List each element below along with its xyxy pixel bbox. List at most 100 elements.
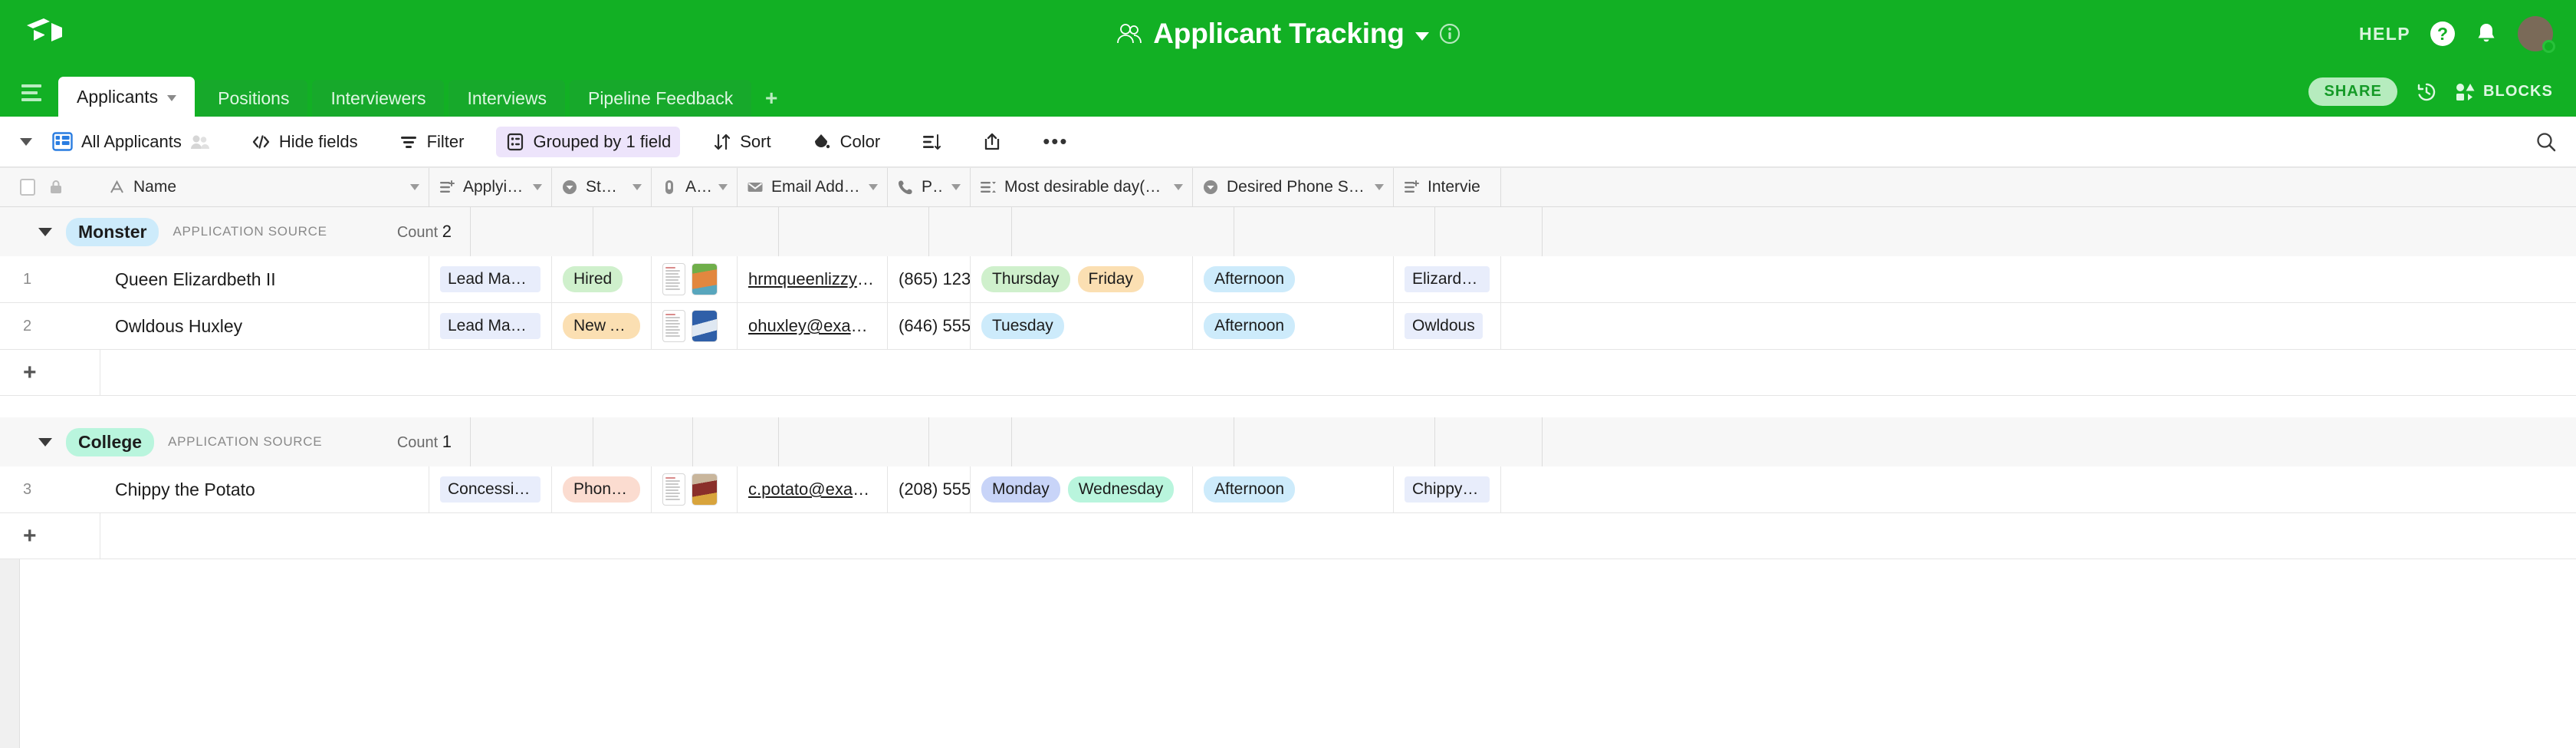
tab-applicants[interactable]: Applicants [58, 77, 196, 117]
select-all-checkbox[interactable] [20, 179, 35, 196]
day-pill[interactable]: Monday [981, 476, 1060, 503]
cell-applying-for[interactable]: Lead Mascot [429, 303, 552, 349]
row-height-button[interactable] [912, 128, 950, 156]
cell-stage[interactable]: Hired [552, 256, 652, 302]
stage-pill[interactable]: Hired [563, 266, 623, 292]
cell-timeframe[interactable]: Afternoon [1193, 466, 1394, 512]
email-link[interactable]: c.potato@example.com [748, 479, 876, 499]
help-label[interactable]: HELP [2359, 24, 2410, 44]
linked-record-chip[interactable]: Chippy on [1405, 476, 1490, 503]
group-header-main[interactable]: Monster APPLICATION SOURCE Count 2 [0, 207, 471, 256]
view-sidebar-toggle-icon[interactable] [20, 137, 32, 146]
cell-stage[interactable]: New Applicant… [552, 303, 652, 349]
cell-phone[interactable]: (208) 555-05… [888, 466, 971, 512]
add-record-row[interactable]: + [0, 350, 2576, 396]
timeframe-pill[interactable]: Afternoon [1204, 476, 1296, 503]
bell-icon[interactable] [2475, 21, 2498, 46]
group-button[interactable]: Grouped by 1 field [496, 126, 681, 157]
avatar[interactable] [2518, 16, 2555, 53]
document-thumbnail[interactable] [662, 310, 685, 342]
chevron-down-icon[interactable] [1174, 184, 1183, 190]
chevron-down-icon[interactable] [1375, 184, 1384, 190]
group-header[interactable]: Monster APPLICATION SOURCE Count 2 [0, 207, 2576, 256]
table-row[interactable]: 1 Queen Elizardbeth II Lead Mascot Hired… [0, 256, 2576, 303]
column-header-phone[interactable]: Phone [888, 168, 971, 206]
chevron-down-icon[interactable] [167, 95, 177, 101]
column-header-most-desirable-day-s-for-phone-screening[interactable]: Most desirable day(s) for phone screenin… [971, 168, 1193, 206]
cell-desirable-days[interactable]: Thursday Friday [971, 256, 1193, 302]
hide-fields-button[interactable]: Hide fields [242, 127, 367, 157]
day-pill[interactable]: Thursday [981, 266, 1070, 292]
column-header-stage[interactable]: Stage [552, 168, 652, 206]
cell-attachments[interactable] [652, 466, 738, 512]
cell-applying-for[interactable]: Lead Mascot [429, 256, 552, 302]
collapse-group-icon[interactable] [38, 227, 52, 236]
chevron-down-icon[interactable] [410, 184, 419, 190]
document-thumbnail[interactable] [662, 263, 685, 295]
cell-timeframe[interactable]: Afternoon [1193, 256, 1394, 302]
add-record-row[interactable]: + [0, 513, 2576, 559]
cell-applying-for[interactable]: Concessions Mascot [429, 466, 552, 512]
cell-stage[interactable]: Phone Intervie… [552, 466, 652, 512]
cell-interviews[interactable]: Owldous [1394, 303, 1501, 349]
chevron-down-icon[interactable] [718, 184, 728, 190]
color-button[interactable]: Color [803, 127, 890, 157]
email-link[interactable]: hrmqueenlizzy@example.com [748, 269, 876, 289]
history-clock-icon[interactable] [2416, 81, 2437, 103]
grid-scroll-container[interactable]: Name Applying for Stage Attachme… Email Addr… [0, 167, 2576, 748]
chevron-down-icon[interactable] [951, 184, 961, 190]
chevron-down-icon[interactable] [1414, 31, 1429, 41]
share-button[interactable]: SHARE [2308, 77, 2397, 106]
cell-name[interactable]: Owldous Huxley [100, 303, 429, 349]
linked-record-chip[interactable]: Owldous [1405, 313, 1483, 339]
linked-record-chip[interactable]: Elizardbet [1405, 266, 1490, 292]
cell-attachments[interactable] [652, 303, 738, 349]
chevron-down-icon[interactable] [533, 184, 542, 190]
question-mark-icon[interactable]: ? [2430, 21, 2455, 46]
cell-email[interactable]: hrmqueenlizzy@example.com [738, 256, 888, 302]
filter-button[interactable]: Filter [390, 127, 474, 157]
timeframe-pill[interactable]: Afternoon [1204, 313, 1296, 339]
cell-desirable-days[interactable]: Tuesday [971, 303, 1193, 349]
linked-record-chip[interactable]: Concessions Mascot [440, 476, 540, 503]
sort-button[interactable]: Sort [703, 127, 780, 157]
cell-email[interactable]: c.potato@example.com [738, 466, 888, 512]
blocks-button[interactable]: BLOCKS [2456, 83, 2553, 101]
column-header-attachme[interactable]: Attachme… [652, 168, 738, 206]
hamburger-menu-icon[interactable] [21, 84, 41, 101]
photo-thumbnail[interactable] [692, 473, 718, 506]
cell-interviews[interactable]: Elizardbet [1394, 256, 1501, 302]
add-table-button[interactable]: + [756, 80, 787, 117]
cell-name[interactable]: Chippy the Potato [100, 466, 429, 512]
cell-desirable-days[interactable]: Monday Wednesday [971, 466, 1193, 512]
chevron-down-icon[interactable] [869, 184, 878, 190]
cell-name[interactable]: Queen Elizardbeth II [100, 256, 429, 302]
collapse-group-icon[interactable] [38, 437, 52, 446]
column-header-intervie[interactable]: Intervie [1394, 168, 1501, 206]
tab-positions[interactable]: Positions [199, 80, 308, 117]
stage-pill[interactable]: New Applicant… [563, 313, 640, 339]
share-view-button[interactable] [973, 128, 1010, 156]
add-record-button[interactable]: + [0, 524, 100, 548]
linked-record-chip[interactable]: Lead Mascot [440, 266, 540, 292]
column-header-applying-for[interactable]: Applying for [429, 168, 552, 206]
day-pill[interactable]: Wednesday [1067, 476, 1175, 503]
email-link[interactable]: ohuxley@example.com [748, 316, 876, 336]
airtable-logo-icon[interactable] [21, 10, 69, 58]
cell-phone[interactable]: (865) 123-45… [888, 256, 971, 302]
table-row[interactable]: 3 Chippy the Potato Concessions Mascot P… [0, 466, 2576, 513]
column-header-name[interactable]: Name [100, 168, 429, 206]
chevron-down-icon[interactable] [632, 184, 642, 190]
document-thumbnail[interactable] [662, 473, 685, 506]
group-header[interactable]: College APPLICATION SOURCE Count 1 [0, 417, 2576, 466]
day-pill[interactable]: Friday [1077, 266, 1144, 292]
current-view-button[interactable]: All Applicants [49, 126, 219, 157]
more-options-button[interactable]: ••• [1033, 130, 1077, 153]
day-pill[interactable]: Tuesday [981, 313, 1064, 339]
add-record-button[interactable]: + [0, 361, 100, 384]
group-header-main[interactable]: College APPLICATION SOURCE Count 1 [0, 417, 471, 466]
timeframe-pill[interactable]: Afternoon [1204, 266, 1296, 292]
cell-email[interactable]: ohuxley@example.com [738, 303, 888, 349]
cell-timeframe[interactable]: Afternoon [1193, 303, 1394, 349]
column-header-email-address[interactable]: Email Address [738, 168, 888, 206]
